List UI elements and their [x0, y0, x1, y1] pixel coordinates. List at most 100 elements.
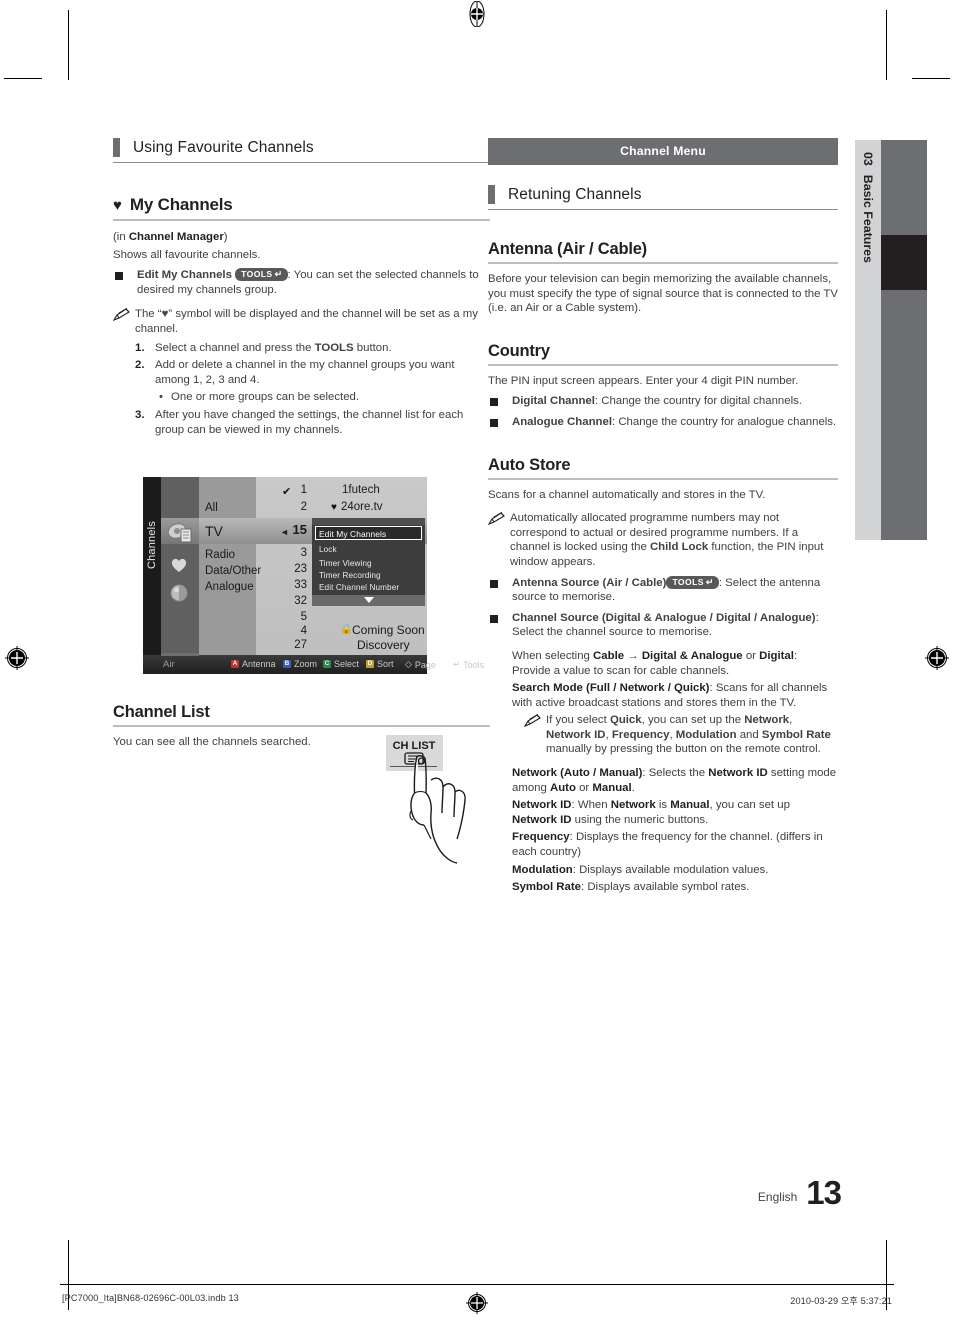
tv-channel-number[interactable]: 27: [286, 639, 307, 651]
tv-channel-number[interactable]: 4: [291, 625, 307, 637]
p0-b2: Network ID: [708, 767, 768, 780]
tv-channel-heart-icon: ♥: [331, 502, 337, 513]
tv-category-analogue[interactable]: Analogue: [205, 581, 254, 593]
p0-mid3: or: [575, 781, 593, 794]
note-pre: The “: [135, 308, 162, 321]
tv-channel-number[interactable]: 23: [286, 563, 307, 575]
bullet-bold: Channel Source (Digital & Analogue / Dig…: [512, 611, 816, 624]
tv-channel-name[interactable]: Discovery: [357, 638, 410, 652]
bullet-antenna-source-text: Antenna Source (Air / Cable) TOOLS ↵: Sele…: [512, 575, 838, 605]
q-pre: If you select: [546, 714, 610, 727]
registration-mark-top: [464, 1, 490, 27]
square-bullet-icon: [115, 272, 123, 281]
chevron-down-icon[interactable]: [363, 597, 374, 603]
tv-channel-name[interactable]: Coming Soon: [352, 623, 425, 637]
channel-menu-banner: Channel Menu: [488, 138, 838, 165]
tv-key-tools[interactable]: ↵ Tools: [453, 659, 484, 670]
pencil-icon: [487, 512, 505, 569]
tv-side-label-text: Channels: [146, 520, 158, 570]
tv-category-radio[interactable]: Radio: [205, 549, 235, 561]
tv-category-tv[interactable]: TV: [205, 523, 223, 539]
registration-mark-left: [4, 645, 30, 671]
step-text: Add or delete a channel in the my channe…: [155, 359, 455, 386]
bullet-bold: Edit My Channels: [137, 269, 232, 282]
tv-key-zoom[interactable]: B Zoom: [283, 659, 317, 669]
tv-popup-item-timer-viewing[interactable]: Timer Viewing: [319, 559, 372, 568]
auto-store-detail-block: When selecting Cable → Digital & Analogu…: [512, 649, 838, 895]
tv-category-data-other[interactable]: Data/Other: [205, 565, 261, 577]
registration-mark-right: [924, 645, 950, 671]
tv-popup-item-timer-recording[interactable]: Timer Recording: [319, 571, 381, 580]
tv-source-label: Air: [163, 659, 175, 670]
tv-channel-number[interactable]: 5: [291, 611, 307, 623]
tv-popup-item-lock[interactable]: Lock: [319, 545, 337, 554]
footer-timestamp: 2010-03-29 오후 5:37:21: [790, 1296, 892, 1306]
tv-channel-name[interactable]: 1futech: [342, 484, 380, 496]
my-channels-intro: Shows all favourite channels.: [113, 248, 261, 261]
tv-key-antenna[interactable]: A Antenna: [231, 659, 276, 669]
q-b1: Quick: [609, 714, 642, 727]
chapter-number: 03: [861, 152, 875, 166]
tv-key-page[interactable]: ◇ Page: [405, 659, 436, 670]
key-c-icon: C: [323, 660, 331, 668]
bullet-bold: Analogue Channel: [512, 415, 612, 428]
section-header-text: Retuning Channels: [508, 185, 642, 203]
country-body: The PIN input screen appears. Enter your…: [488, 374, 799, 387]
tv-channel-name[interactable]: 24ore.tv: [341, 501, 383, 513]
tv-channel-number[interactable]: 32: [286, 595, 307, 607]
note-post: ” symbol will be displayed and the chann…: [135, 308, 478, 335]
tv-key-select[interactable]: C Select: [323, 659, 359, 669]
footer-file-info: [PC7000_Ita]BN68-02696C-00L03.indb 13: [62, 1293, 239, 1303]
crop-mark-top-right-v: [886, 10, 887, 80]
tools-enter-icon: ↵: [705, 576, 714, 587]
p0-b4: Manual: [592, 781, 632, 794]
step-number: 1.: [135, 341, 145, 354]
tv-channel-number[interactable]: 33: [286, 579, 307, 591]
p1-b3: Manual: [670, 799, 710, 812]
tv-key-tools-label: Tools: [463, 659, 485, 670]
tv-channel-number[interactable]: 2: [291, 501, 307, 513]
tv-channel-number[interactable]: 3: [291, 547, 307, 559]
tv-bottom-bar: Air A Antenna B Zoom C Select D Sort ◇ P…: [143, 653, 484, 674]
tv-popup-item-edit-my-channels[interactable]: Edit My Channels: [319, 529, 386, 539]
pencil-icon: [523, 714, 541, 757]
q-b3: Network ID: [546, 728, 606, 741]
bullet-rest: : Change the country for analogue channe…: [612, 415, 837, 428]
tv-side-label-bar: Channels: [143, 477, 161, 655]
chapter-title: Basic Features: [861, 174, 875, 263]
p2-bold: Frequency: [512, 831, 570, 844]
tv-key-antenna-label: Antenna: [242, 659, 276, 669]
antenna-body: Before your television can begin memoriz…: [488, 273, 838, 315]
note-heart-text: The “♥” symbol will be displayed and the…: [135, 307, 490, 336]
step-number: 2.: [135, 359, 145, 372]
p1-mid2: is: [655, 799, 671, 812]
svg-text:CH LIST: CH LIST: [393, 740, 436, 752]
subtitle-prefix: (in: [113, 231, 129, 243]
step-post: button.: [353, 341, 392, 354]
p1-post: using the numeric buttons.: [571, 813, 709, 826]
tv-channel-number[interactable]: 15: [286, 522, 307, 537]
sub-bullet-groups: • One or more groups can be selected.: [159, 390, 490, 405]
p0-bold: Network (Auto / Manual): [512, 767, 643, 780]
heading-my-channels: ♥ My Channels: [113, 195, 490, 221]
param-frequency: Frequency: Displays the frequency for th…: [512, 830, 838, 859]
tv-key-sort[interactable]: D Sort: [366, 659, 394, 669]
tv-bottom-bar-tab: [161, 653, 199, 656]
heading-channel-list: Channel List: [113, 703, 490, 727]
tools-badge-label: TOOLS: [241, 269, 273, 280]
square-bullet-icon: [490, 398, 498, 407]
pencil-icon: [112, 308, 130, 336]
tv-heart-icon: [170, 557, 188, 573]
p1-b2: Network: [610, 799, 656, 812]
step-pre: Select a channel and press the: [155, 341, 315, 354]
note-bold: Child Lock: [649, 541, 709, 554]
tools-badge-label: TOOLS: [672, 576, 704, 587]
tv-popup-item-edit-channel-number[interactable]: Edit Channel Number: [319, 583, 399, 592]
tv-channel-number[interactable]: 1: [291, 484, 307, 496]
q-m2: ,: [789, 714, 793, 727]
crop-mark-top-left-h: [4, 78, 42, 79]
tv-popup-scroll-footer[interactable]: [312, 595, 425, 606]
footer-rule: [60, 1284, 894, 1285]
p3-mid: : Displays available modulation values.: [572, 863, 769, 876]
tv-category-all[interactable]: All: [205, 502, 218, 514]
